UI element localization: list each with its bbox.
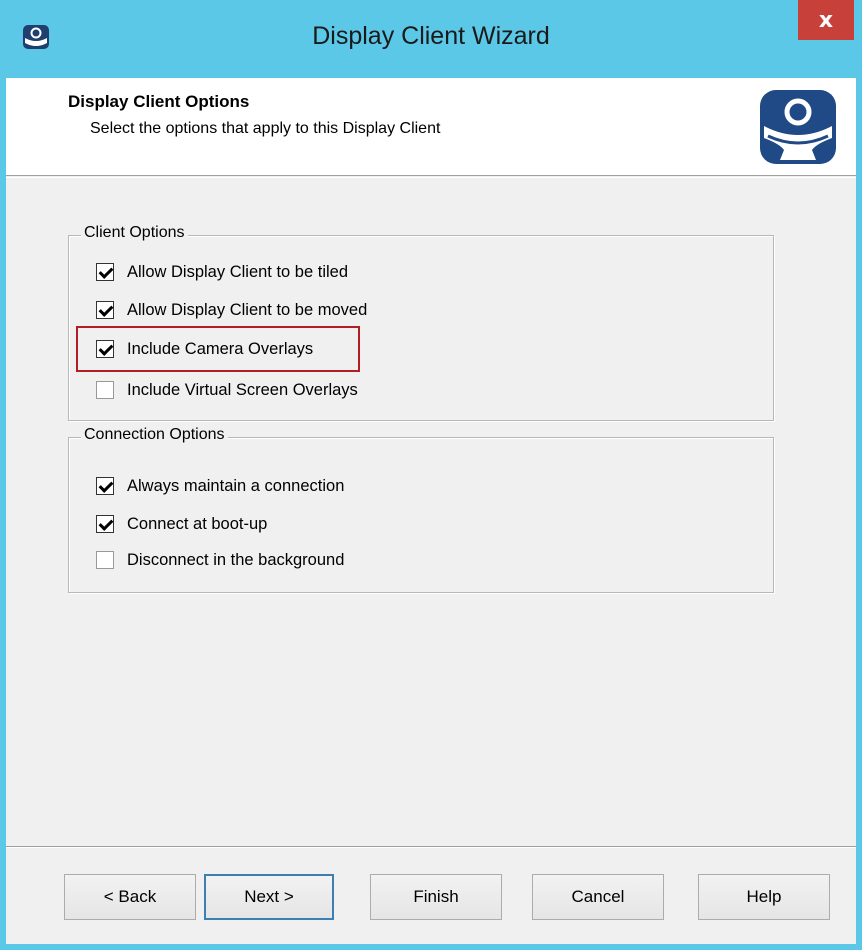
checkbox-checked-icon[interactable] bbox=[96, 301, 114, 319]
checkbox-always-maintain-connection[interactable]: Always maintain a connection bbox=[96, 474, 344, 498]
close-icon: x bbox=[818, 7, 834, 33]
back-button[interactable]: < Back bbox=[64, 874, 196, 920]
header-divider bbox=[6, 177, 856, 178]
checkbox-allow-moved[interactable]: Allow Display Client to be moved bbox=[96, 298, 367, 322]
finish-button[interactable]: Finish bbox=[370, 874, 502, 920]
checkbox-label: Disconnect in the background bbox=[127, 550, 345, 569]
client-options-legend: Client Options bbox=[81, 224, 188, 242]
checkbox-checked-icon[interactable] bbox=[96, 515, 114, 533]
checkbox-unchecked-icon[interactable] bbox=[96, 381, 114, 399]
checkbox-connect-at-bootup[interactable]: Connect at boot-up bbox=[96, 512, 267, 536]
checkbox-checked-icon[interactable] bbox=[96, 263, 114, 281]
checkbox-label: Always maintain a connection bbox=[127, 476, 345, 495]
checkbox-disconnect-in-background[interactable]: Disconnect in the background bbox=[96, 548, 344, 572]
page-title: Display Client Options bbox=[68, 92, 250, 111]
help-button[interactable]: Help bbox=[698, 874, 830, 920]
checkbox-allow-tiled[interactable]: Allow Display Client to be tiled bbox=[96, 260, 348, 284]
checkbox-include-virtual-screen-overlays[interactable]: Include Virtual Screen Overlays bbox=[96, 378, 358, 402]
page-subtitle: Select the options that apply to this Di… bbox=[90, 120, 441, 137]
checkbox-label: Allow Display Client to be moved bbox=[127, 300, 368, 319]
thinmanager-logo bbox=[760, 90, 836, 164]
checkbox-label: Include Virtual Screen Overlays bbox=[127, 380, 358, 399]
title-bar[interactable]: Display Client Wizard x bbox=[0, 0, 862, 78]
checkbox-unchecked-icon[interactable] bbox=[96, 551, 114, 569]
checkbox-label: Allow Display Client to be tiled bbox=[127, 262, 349, 281]
checkbox-checked-icon[interactable] bbox=[96, 477, 114, 495]
checkbox-label: Connect at boot-up bbox=[127, 514, 268, 533]
highlight-box bbox=[76, 326, 360, 372]
cancel-button[interactable]: Cancel bbox=[532, 874, 664, 920]
next-button[interactable]: Next > bbox=[204, 874, 334, 920]
window-title: Display Client Wizard bbox=[312, 22, 550, 50]
close-button[interactable]: x bbox=[798, 0, 854, 40]
wizard-header: Display Client Options Select the option… bbox=[6, 78, 856, 176]
connection-options-legend: Connection Options bbox=[81, 426, 228, 444]
